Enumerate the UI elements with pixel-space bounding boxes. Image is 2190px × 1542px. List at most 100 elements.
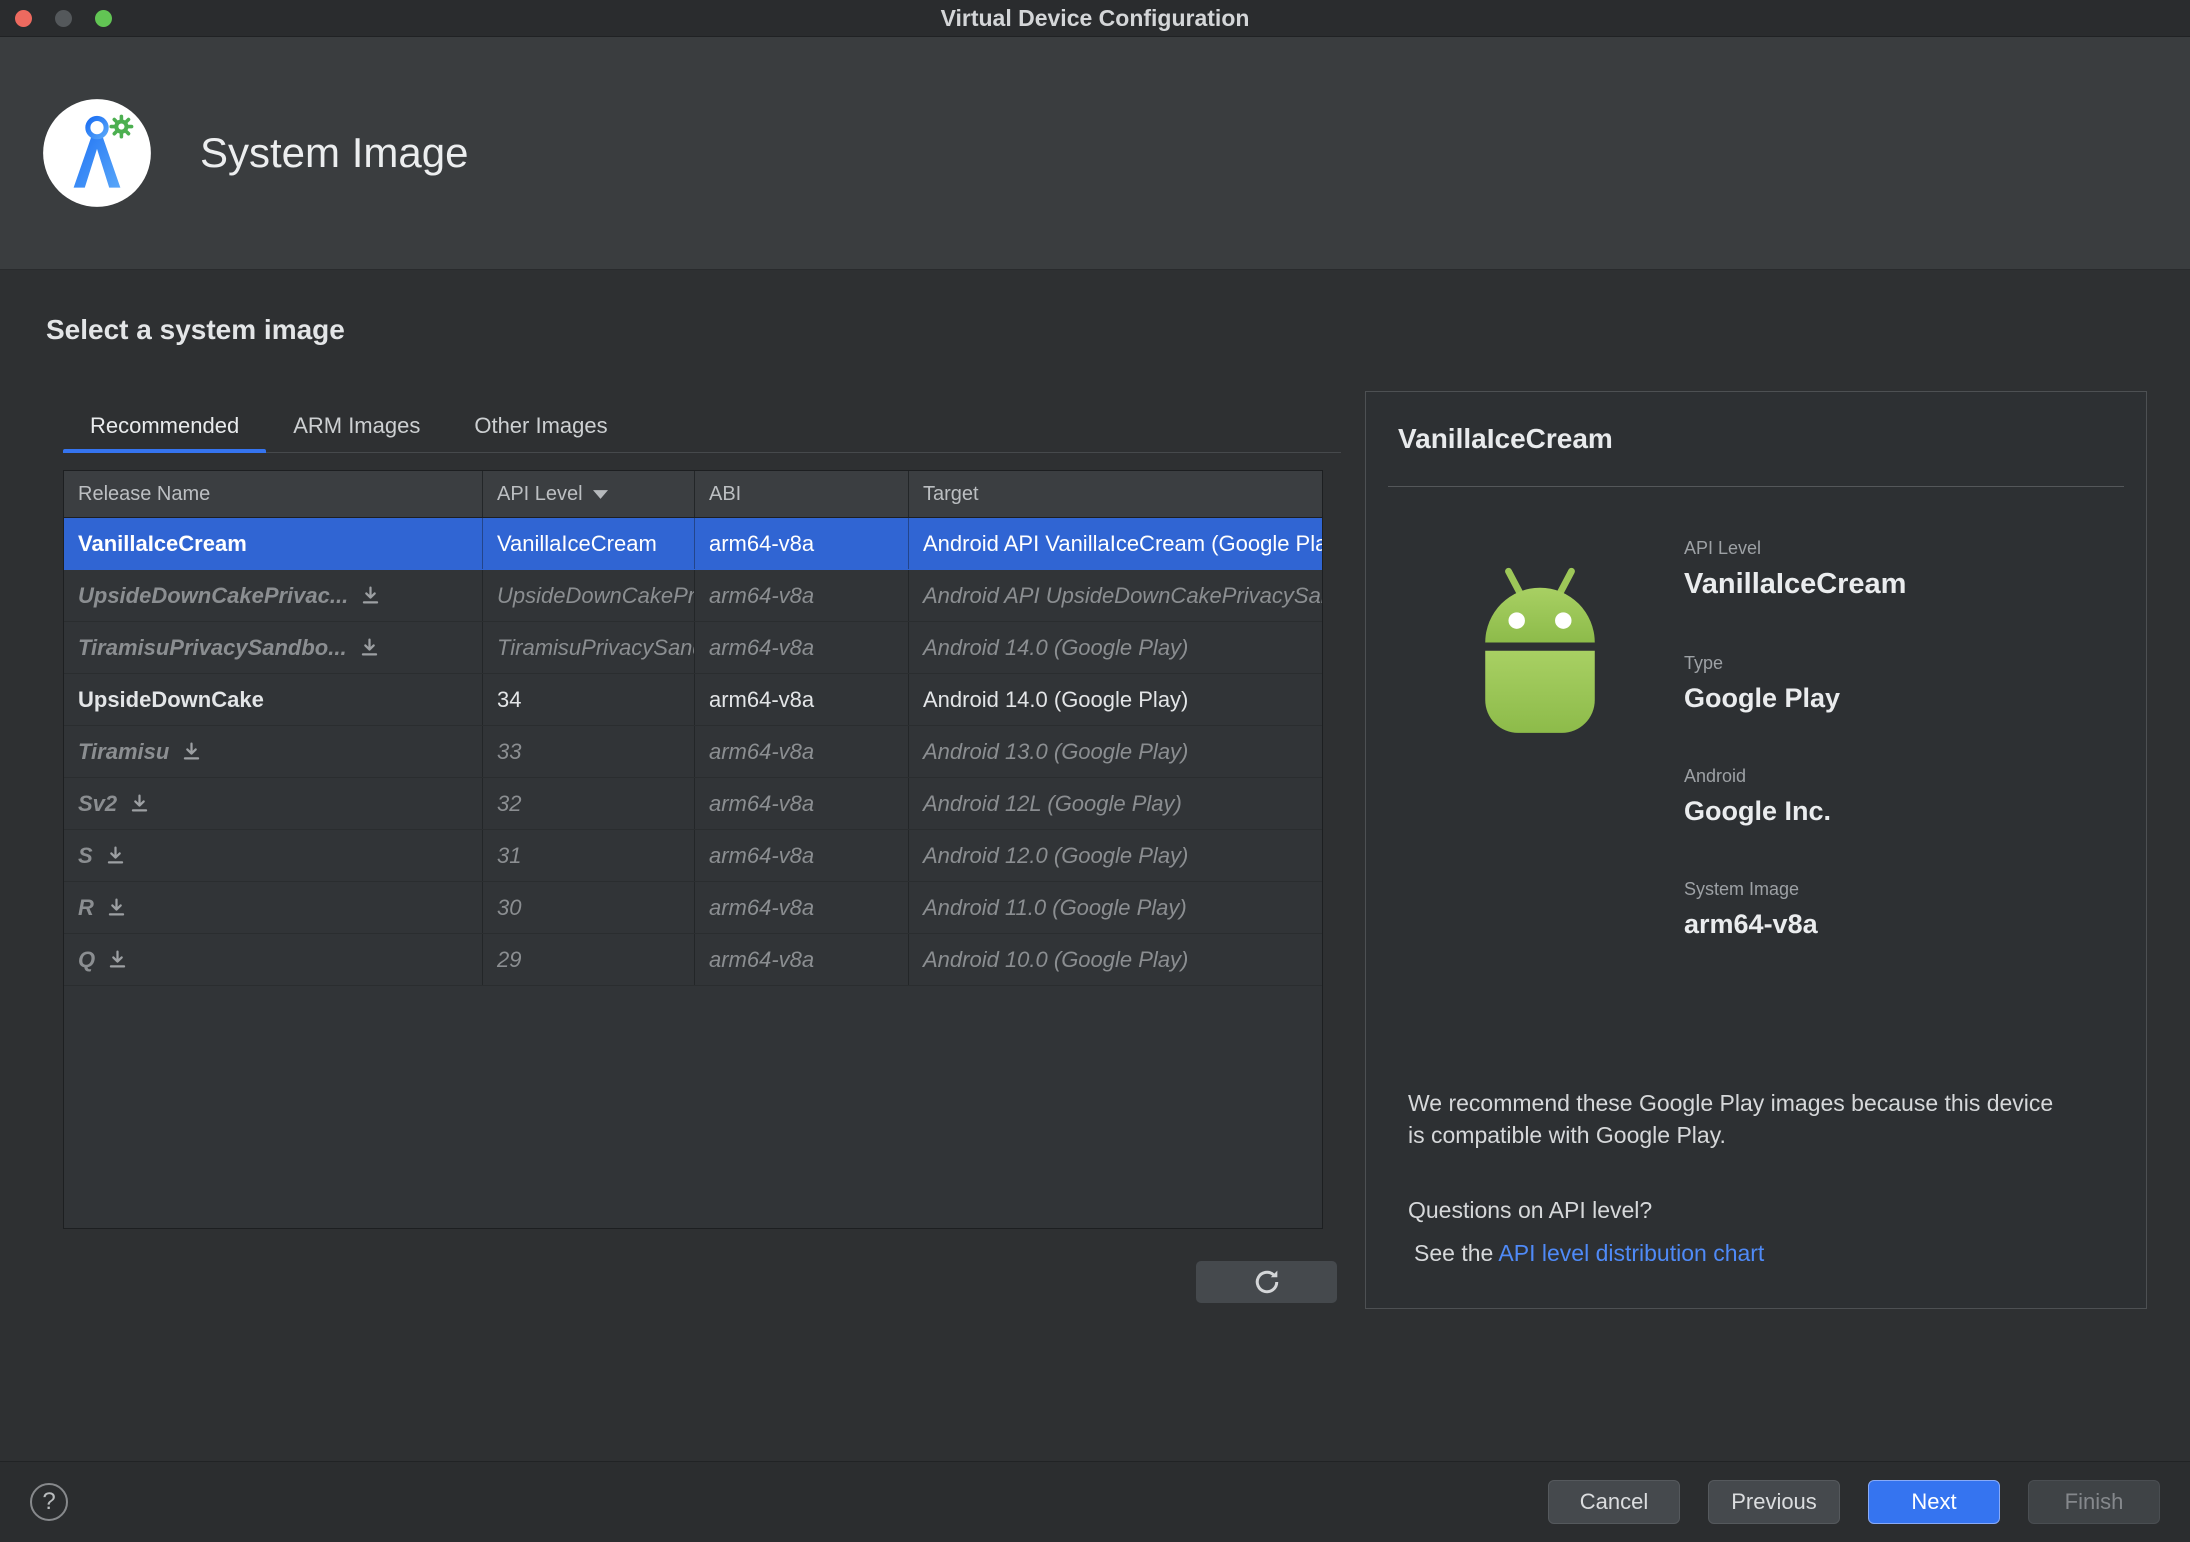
- release-name-label: UpsideDownCakePrivac...: [78, 582, 349, 608]
- window-title: Virtual Device Configuration: [940, 4, 1250, 31]
- tab-bar: Recommended ARM Images Other Images: [63, 400, 1341, 453]
- column-header-label: Release Name: [78, 482, 211, 505]
- section-heading: Select a system image: [46, 314, 345, 345]
- detail-field-label: Android: [1684, 766, 1747, 786]
- api-level-cell: TiramisuPrivacySandbox: [483, 622, 695, 673]
- tab-recommended[interactable]: Recommended: [63, 400, 267, 453]
- api-level-cell: 32: [483, 778, 695, 829]
- release-name-cell: UpsideDownCakePrivac...: [64, 570, 483, 621]
- system-image-table: Release Name API Level ABI Target VanillaIc…: [63, 470, 1323, 1229]
- abi-cell: arm64-v8a: [695, 726, 909, 777]
- abi-cell: arm64-v8a: [695, 934, 909, 985]
- download-icon: [108, 898, 125, 916]
- api-level-distribution-chart-link[interactable]: API level distribution chart: [1498, 1240, 1764, 1266]
- finish-button: Finish: [2028, 1480, 2160, 1524]
- target-cell: Android 14.0 (Google Play): [923, 686, 1189, 712]
- details-title: VanillaIceCream: [1398, 423, 1613, 454]
- api-level-cell: 33: [483, 726, 695, 777]
- detail-field-value: VanillaIceCream: [1684, 568, 1907, 600]
- abi-cell: arm64-v8a: [695, 674, 909, 725]
- release-name-cell: TiramisuPrivacySandbo...: [64, 622, 483, 673]
- help-button[interactable]: ?: [30, 1483, 68, 1521]
- target-cell: Android 14.0 (Google Play): [923, 634, 1189, 660]
- table-row-tiramisuprivacysandbo[interactable]: TiramisuPrivacySandbo... TiramisuPrivacyS…: [64, 622, 1322, 674]
- target-cell: Android API VanillaIceCream (Google Play…: [923, 530, 1322, 556]
- target-cell: Android 12.0 (Google Play): [923, 842, 1189, 868]
- release-name-label: R: [78, 894, 94, 920]
- detail-field-label: Type: [1684, 653, 1724, 673]
- api-level-cell: 30: [483, 882, 695, 933]
- column-header-target[interactable]: Target: [909, 471, 1322, 517]
- minimize-button[interactable]: [55, 10, 72, 27]
- table-row-r[interactable]: R 30 arm64-v8a Android 11.0 (Google Play): [64, 882, 1322, 934]
- column-header-label: ABI: [709, 482, 742, 505]
- page-title: System Image: [200, 129, 469, 176]
- release-name-cell: VanillaIceCream: [64, 518, 483, 569]
- release-name-cell: UpsideDownCake: [64, 674, 483, 725]
- release-name-label: Tiramisu: [78, 738, 170, 764]
- column-header-label: API Level: [497, 482, 583, 505]
- recommendation-text: We recommend these Google Play images be…: [1408, 1090, 2054, 1149]
- detail-field-value: Google Inc.: [1684, 796, 1832, 826]
- api-level-cell: 31: [483, 830, 695, 881]
- table-row-upsidedowncakeprivac[interactable]: UpsideDownCakePrivac... UpsideDownCakePri…: [64, 570, 1322, 622]
- target-cell: Android 11.0 (Google Play): [923, 894, 1187, 920]
- column-header-api-level[interactable]: API Level: [483, 471, 695, 517]
- previous-button[interactable]: Previous: [1708, 1480, 1840, 1524]
- table-body: VanillaIceCream VanillaIceCream arm64-v8a A…: [64, 518, 1322, 986]
- target-cell: Android 13.0 (Google Play): [923, 738, 1189, 764]
- abi-cell: arm64-v8a: [695, 882, 909, 933]
- target-cell: Android 10.0 (Google Play): [923, 946, 1189, 972]
- release-name-cell: Sv2: [64, 778, 483, 829]
- details-panel-header: VanillaIceCream: [1388, 392, 2124, 487]
- cancel-button[interactable]: Cancel: [1548, 1480, 1680, 1524]
- next-button[interactable]: Next: [1868, 1480, 2000, 1524]
- api-level-cell: 34: [483, 674, 695, 725]
- table-row-upsidedowncake[interactable]: UpsideDownCake 34 arm64-v8a Android 14.0 (G…: [64, 674, 1322, 726]
- column-header-abi[interactable]: ABI: [695, 471, 909, 517]
- detail-field-label: API Level: [1684, 538, 1762, 558]
- refresh-button[interactable]: [1196, 1261, 1337, 1303]
- detail-field-label: System Image: [1684, 879, 1800, 899]
- tab-other-images[interactable]: Other Images: [447, 400, 634, 452]
- api-level-see-line: See the API level distribution chart: [1414, 1240, 1764, 1267]
- abi-cell: arm64-v8a: [695, 830, 909, 881]
- release-name-label: UpsideDownCake: [78, 686, 264, 712]
- target-cell: Android 12L (Google Play): [923, 790, 1182, 816]
- release-name-cell: R: [64, 882, 483, 933]
- release-name-cell: Tiramisu: [64, 726, 483, 777]
- close-button[interactable]: [15, 10, 32, 27]
- table-row-tiramisu[interactable]: Tiramisu 33 arm64-v8a Android 13.0 (Google …: [64, 726, 1322, 778]
- table-row-sv2[interactable]: Sv2 32 arm64-v8a Android 12L (Google Play): [64, 778, 1322, 830]
- abi-cell: arm64-v8a: [695, 518, 909, 569]
- release-name-label: TiramisuPrivacySandbo...: [78, 634, 347, 660]
- abi-cell: arm64-v8a: [695, 778, 909, 829]
- abi-cell: arm64-v8a: [695, 570, 909, 621]
- see-the-text: See the: [1414, 1240, 1499, 1266]
- android-studio-logo-icon: [36, 92, 158, 214]
- gear-icon: [109, 114, 134, 139]
- footer-bar: ? Cancel Previous Next Finish: [0, 1461, 2190, 1542]
- abi-cell: arm64-v8a: [695, 622, 909, 673]
- table-row-vanillaicecream[interactable]: VanillaIceCream VanillaIceCream arm64-v8a A…: [64, 518, 1322, 570]
- android-robot-icon: [1451, 552, 1629, 749]
- target-cell: Android API UpsideDownCakePrivacySandbox: [923, 582, 1322, 608]
- api-level-cell: VanillaIceCream: [483, 518, 695, 569]
- release-name-label: Sv2: [78, 790, 118, 816]
- table-row-q[interactable]: Q 29 arm64-v8a Android 10.0 (Google Play): [64, 934, 1322, 986]
- release-name-label: S: [78, 842, 93, 868]
- download-icon: [363, 586, 379, 604]
- table-row-s[interactable]: S 31 arm64-v8a Android 12.0 (Google Play): [64, 830, 1322, 882]
- sort-descending-icon: [592, 489, 608, 499]
- download-icon: [109, 950, 126, 968]
- column-header-label: Target: [923, 482, 979, 505]
- tab-arm-images[interactable]: ARM Images: [266, 400, 447, 452]
- download-icon: [184, 742, 200, 760]
- details-fields: API Level VanillaIceCream Type Google Play A…: [1684, 538, 1906, 992]
- api-level-question: Questions on API level?: [1408, 1197, 1653, 1223]
- detail-field-system-image: System Image arm64-v8a: [1684, 879, 1906, 940]
- detail-field-value: arm64-v8a: [1684, 909, 1818, 939]
- column-header-release-name[interactable]: Release Name: [64, 471, 483, 517]
- zoom-button[interactable]: [95, 10, 112, 27]
- traffic-lights: [15, 0, 112, 37]
